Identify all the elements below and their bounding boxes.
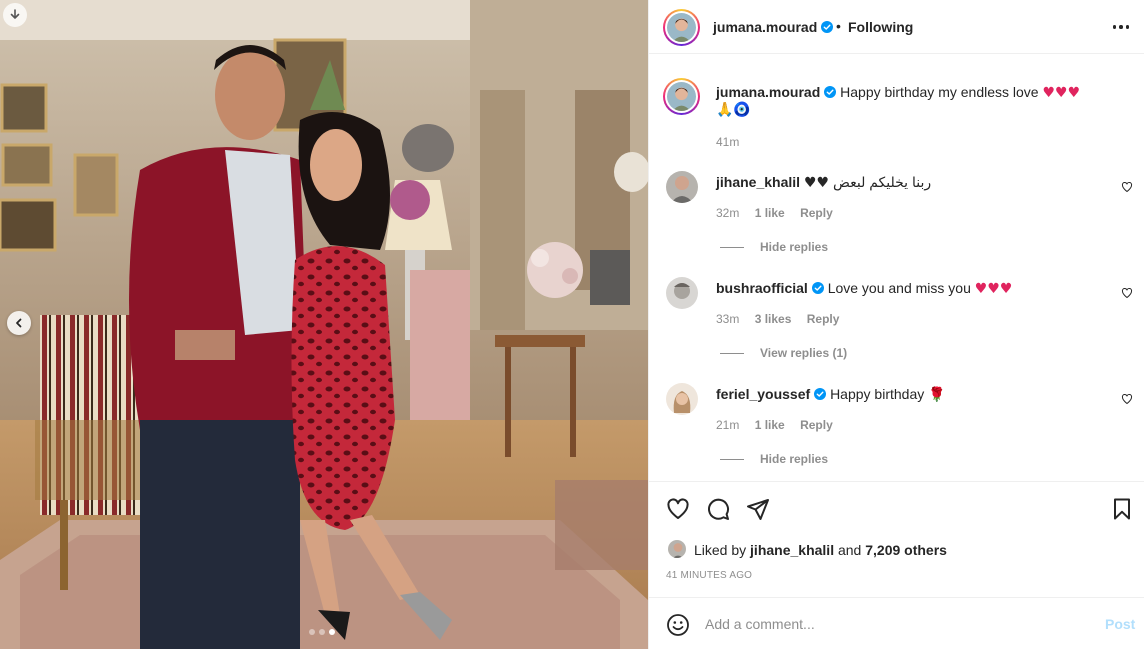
- heart-icon[interactable]: [1121, 181, 1133, 193]
- caption-username[interactable]: jumana.mourad: [716, 84, 820, 100]
- bookmark-icon[interactable]: [1110, 497, 1134, 521]
- post-actions: Liked by jihane_khalil and 7,209 others …: [649, 481, 1144, 597]
- likes-conjunction: and: [837, 542, 862, 558]
- comment-emoji: ♥♥: [803, 175, 830, 191]
- author-avatar[interactable]: [663, 9, 700, 46]
- likes-summary: Liked by jihane_khalil and 7,209 others: [694, 542, 947, 558]
- likes-user[interactable]: jihane_khalil: [750, 542, 834, 558]
- following-button[interactable]: Following: [848, 19, 913, 35]
- more-options-button[interactable]: [1111, 19, 1131, 35]
- comments-section[interactable]: jumana.mourad Happy birthday my endless …: [649, 55, 1144, 481]
- comment-username[interactable]: bushraofficial: [716, 280, 808, 296]
- comment-meta: 33m 3 likes Reply: [716, 312, 851, 326]
- comment-username[interactable]: jihane_khalil: [716, 174, 800, 190]
- post-header: jumana.mourad • Following: [649, 0, 1144, 54]
- post-photo: [0, 0, 648, 649]
- comment-text-line: bushraofficial Love you and miss you ♥♥♥: [716, 279, 1012, 298]
- replies-toggle[interactable]: Hide replies: [720, 240, 828, 254]
- add-comment-bar: Post: [649, 597, 1144, 649]
- verified-icon: [811, 282, 824, 294]
- comment-text: ربنا يخليكم لبعض: [832, 174, 932, 190]
- download-button[interactable]: [3, 3, 27, 27]
- comment-meta: 32m 1 like Reply: [716, 206, 845, 220]
- carousel-indicators: [309, 629, 335, 635]
- comment-likes[interactable]: 1 like: [755, 418, 785, 432]
- comment-avatar[interactable]: [666, 383, 698, 415]
- caption-author-avatar[interactable]: [663, 78, 700, 115]
- reply-button[interactable]: Reply: [800, 206, 833, 220]
- carousel-dot: [319, 629, 325, 635]
- like-heart-icon[interactable]: [666, 497, 690, 521]
- comment-icon[interactable]: [706, 497, 730, 521]
- verified-icon: [824, 86, 837, 98]
- download-icon: [10, 9, 20, 19]
- comment-time: 21m: [716, 418, 740, 432]
- comment-time: 33m: [716, 312, 740, 326]
- caption-time: 41m: [716, 135, 740, 149]
- comment-meta: 21m 1 like Reply: [716, 418, 845, 432]
- reply-button[interactable]: Reply: [800, 418, 833, 432]
- replies-toggle[interactable]: Hide replies: [720, 452, 828, 466]
- author-username[interactable]: jumana.mourad: [713, 19, 834, 35]
- chevron-left-icon: [16, 318, 22, 328]
- verified-icon: [814, 388, 827, 400]
- comment-text: Happy birthday: [830, 386, 925, 402]
- post-media[interactable]: [0, 0, 648, 649]
- comment-time: 32m: [716, 206, 740, 220]
- header-separator: •: [836, 18, 841, 34]
- post-timestamp[interactable]: 41 minutes ago: [666, 570, 752, 581]
- liked-by-avatar[interactable]: [667, 539, 687, 559]
- caption: jumana.mourad Happy birthday my endless …: [716, 83, 1080, 102]
- caption-emojis: ♥♥♥: [1042, 85, 1081, 101]
- comment-text-line: jihane_khalil ♥♥ ربنا يخليكم لبعض: [716, 173, 931, 192]
- heart-icon[interactable]: [1121, 393, 1133, 405]
- heart-icon[interactable]: [1121, 287, 1133, 299]
- comment-avatar[interactable]: [666, 171, 698, 203]
- comment-likes[interactable]: 3 likes: [755, 312, 792, 326]
- carousel-dot: [309, 629, 315, 635]
- share-icon[interactable]: [746, 497, 770, 521]
- comment-username[interactable]: feriel_youssef: [716, 386, 810, 402]
- post-comment-button[interactable]: Post: [1105, 616, 1135, 632]
- comment-likes[interactable]: 1 like: [755, 206, 785, 220]
- likes-prefix: Liked by: [694, 542, 747, 558]
- previous-image-button[interactable]: [7, 311, 31, 335]
- caption-emojis-line-2: 🙏🧿: [716, 102, 751, 118]
- reply-button[interactable]: Reply: [807, 312, 840, 326]
- more-icon: [1112, 25, 1130, 29]
- comment-avatar[interactable]: [666, 277, 698, 309]
- comment-emoji: ♥♥♥: [974, 281, 1013, 297]
- caption-text: Happy birthday my endless love: [840, 84, 1039, 100]
- post-sidebar: jumana.mourad • Following jumana.mourad …: [648, 0, 1144, 649]
- comment-text: Love you and miss you: [827, 280, 971, 296]
- comment-text-line: feriel_youssef Happy birthday 🌹: [716, 385, 946, 404]
- caption-meta: 41m: [716, 135, 751, 149]
- comment-emoji: 🌹: [928, 387, 946, 403]
- comment-input[interactable]: [705, 613, 1085, 635]
- carousel-dot-active: [329, 629, 335, 635]
- likes-others[interactable]: 7,209 others: [865, 542, 947, 558]
- emoji-icon[interactable]: [666, 613, 690, 637]
- replies-toggle[interactable]: View replies (1): [720, 346, 847, 360]
- verified-icon: [821, 21, 834, 33]
